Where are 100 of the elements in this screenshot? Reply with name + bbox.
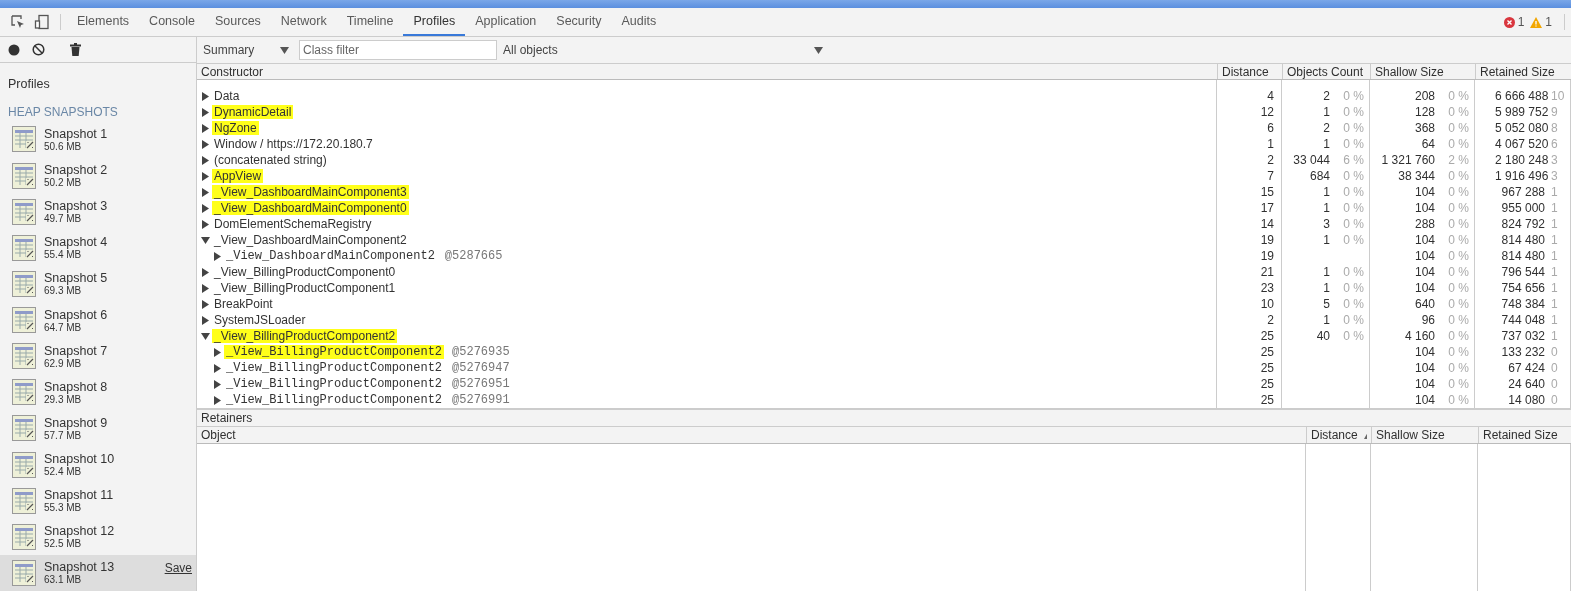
- panel-tab[interactable]: Audits: [611, 8, 667, 36]
- expand-icon[interactable]: [201, 203, 210, 213]
- snapshot-icon: [12, 307, 36, 334]
- panel-tab[interactable]: Security: [546, 8, 612, 36]
- column-header[interactable]: Shallow Size: [1370, 64, 1475, 79]
- expand-icon[interactable]: [213, 347, 222, 357]
- expand-icon[interactable]: [201, 107, 210, 117]
- panel-tab[interactable]: Timeline: [336, 8, 404, 36]
- snapshot-name: Snapshot 10: [44, 452, 116, 467]
- constructor-name: NgZone: [212, 121, 259, 135]
- percent-cell-text: 1: [1550, 312, 1559, 328]
- percent-cell-text: 0 %: [1342, 104, 1365, 120]
- snapshot-size: 50.6 MB: [44, 140, 82, 152]
- distance-cell-text: 25: [1259, 376, 1275, 392]
- collapse-icon[interactable]: [201, 235, 210, 245]
- constructor-name: Window / https://172.20.180.7: [213, 137, 374, 151]
- snapshot-item[interactable]: Snapshot 13 63.1 MB Save: [0, 554, 196, 591]
- snapshot-item[interactable]: Snapshot 1 50.6 MB: [0, 121, 196, 158]
- warning-count: 1: [1545, 15, 1552, 29]
- snapshot-item[interactable]: Snapshot 9 57.7 MB: [0, 410, 196, 447]
- snapshot-item[interactable]: Snapshot 11 55.3 MB: [0, 482, 196, 519]
- collapse-icon[interactable]: [201, 331, 210, 341]
- object-id: @5276951: [452, 377, 510, 391]
- count-cell: 3: [1323, 216, 1330, 232]
- count-cell: 684: [1309, 168, 1330, 184]
- object-id: @5276935: [452, 345, 510, 359]
- percent-cell-text: 0 %: [1342, 328, 1365, 344]
- percent-cell-text: 0 %: [1447, 120, 1470, 136]
- snapshot-size: 29.3 MB: [44, 393, 82, 405]
- expand-icon[interactable]: [213, 379, 222, 389]
- snapshot-item[interactable]: Snapshot 8 29.3 MB: [0, 374, 196, 411]
- column-header[interactable]: Object: [197, 427, 1306, 443]
- column-header[interactable]: Retained Size: [1478, 427, 1571, 443]
- snapshot-item[interactable]: Snapshot 10 52.4 MB: [0, 446, 196, 483]
- panel-tab[interactable]: Network: [270, 8, 337, 36]
- view-dropdown[interactable]: Summary: [203, 43, 293, 57]
- snapshot-item[interactable]: Snapshot 12 52.5 MB: [0, 518, 196, 555]
- snapshot-item[interactable]: Snapshot 2 50.2 MB: [0, 157, 196, 194]
- count-cell: 1: [1323, 264, 1330, 280]
- snapshot-size: 50.2 MB: [44, 177, 83, 189]
- panel-tab[interactable]: Profiles: [403, 8, 466, 36]
- snapshot-item[interactable]: Snapshot 5 69.3 MB: [0, 265, 196, 302]
- constructor-name: _View_DashboardMainComponent2: [225, 249, 436, 263]
- panel-tab[interactable]: Sources: [205, 8, 271, 36]
- percent-cell-text: 0 %: [1447, 184, 1470, 200]
- expand-icon[interactable]: [201, 139, 210, 149]
- percent-cell-text: 0 %: [1342, 296, 1365, 312]
- expand-icon[interactable]: [201, 155, 210, 165]
- expand-icon[interactable]: [213, 395, 222, 405]
- expand-icon[interactable]: [201, 91, 210, 101]
- percent-cell-text: 1: [1550, 280, 1559, 296]
- save-link[interactable]: Save: [164, 560, 192, 575]
- expand-icon[interactable]: [213, 363, 222, 373]
- expand-icon[interactable]: [201, 171, 210, 181]
- expand-icon[interactable]: [201, 123, 210, 133]
- snapshot-item[interactable]: Snapshot 7 62.9 MB: [0, 338, 196, 375]
- column-header[interactable]: Constructor: [197, 64, 1217, 79]
- shallow-size-cell: 104: [1414, 232, 1435, 248]
- snapshot-size: 52.5 MB: [44, 538, 83, 550]
- expand-icon[interactable]: [201, 219, 210, 229]
- scope-dropdown[interactable]: All objects: [503, 43, 827, 57]
- shallow-size-cell: 104: [1414, 200, 1435, 216]
- percent-cell-text: 0 %: [1447, 360, 1470, 376]
- percent-cell-text: 3: [1550, 152, 1559, 168]
- percent-cell-text: 0 %: [1447, 104, 1470, 120]
- count-cell: 1: [1323, 136, 1330, 152]
- percent-cell-text: 0 %: [1447, 216, 1470, 232]
- snapshot-item[interactable]: Snapshot 6 64.7 MB: [0, 302, 196, 339]
- expand-icon[interactable]: [201, 187, 210, 197]
- object-id: @5287665: [444, 249, 503, 263]
- column-header[interactable]: Shallow Size: [1371, 427, 1478, 443]
- shallow-size-cell: 104: [1414, 392, 1435, 408]
- distance-cell-text: 10: [1259, 296, 1275, 312]
- expand-icon[interactable]: [201, 315, 210, 325]
- snapshot-name: Snapshot 12: [44, 524, 116, 539]
- panel-tab[interactable]: Elements: [67, 8, 140, 36]
- constructor-name: _View_BillingProductComponent2: [225, 361, 444, 375]
- column-header[interactable]: Objects Count: [1282, 64, 1370, 79]
- expand-icon[interactable]: [213, 251, 222, 261]
- expand-icon[interactable]: [201, 267, 210, 277]
- section-heading: HEAP SNAPSHOTS: [7, 104, 119, 122]
- expand-icon[interactable]: [201, 299, 210, 309]
- count-cell: 2: [1323, 120, 1330, 136]
- percent-cell-text: 10: [1550, 88, 1566, 104]
- percent-cell-text: 1: [1550, 328, 1559, 344]
- column-header[interactable]: Distance: [1217, 64, 1282, 79]
- column-header[interactable]: Distance: [1306, 427, 1371, 443]
- profiles-title: Profiles: [7, 76, 51, 94]
- panel-tab[interactable]: Application: [465, 8, 547, 36]
- shallow-size-cell: 640: [1414, 296, 1435, 312]
- expand-icon[interactable]: [201, 283, 210, 293]
- class-filter-field[interactable]: Class filter: [299, 40, 497, 60]
- column-header[interactable]: Retained Size: [1475, 64, 1571, 79]
- snapshot-item[interactable]: Snapshot 4 55.4 MB: [0, 229, 196, 266]
- snapshot-size: 55.4 MB: [44, 249, 83, 261]
- snapshot-icon: [12, 270, 36, 297]
- snapshot-item[interactable]: Snapshot 3 49.7 MB: [0, 193, 196, 230]
- panel-tab[interactable]: Console: [139, 8, 205, 36]
- shallow-size-cell: 104: [1414, 184, 1435, 200]
- snapshot-size: 69.3 MB: [44, 285, 82, 297]
